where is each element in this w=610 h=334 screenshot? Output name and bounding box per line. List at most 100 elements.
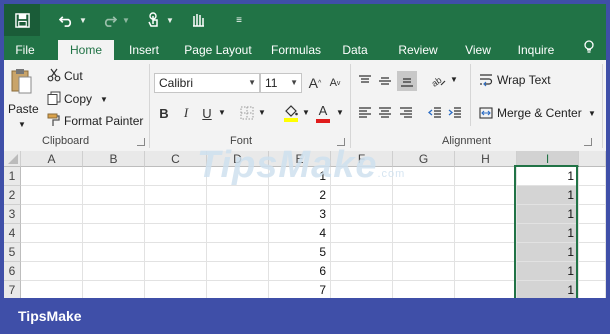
cell-d6[interactable] bbox=[207, 262, 269, 281]
tab-inquire[interactable]: Inquire bbox=[512, 40, 560, 60]
cell-i1[interactable]: 1 bbox=[517, 167, 579, 186]
cell-i2[interactable]: 1 bbox=[517, 186, 579, 205]
cell-b4[interactable] bbox=[83, 224, 145, 243]
cell-b5[interactable] bbox=[83, 243, 145, 262]
cell-f4[interactable] bbox=[331, 224, 393, 243]
cell-h2[interactable] bbox=[455, 186, 517, 205]
cell-g4[interactable] bbox=[393, 224, 455, 243]
cell-b2[interactable] bbox=[83, 186, 145, 205]
cell-c6[interactable] bbox=[145, 262, 207, 281]
row-header-6[interactable]: 6 bbox=[4, 262, 21, 281]
grow-font-button[interactable]: A ^ bbox=[306, 73, 324, 93]
cell-g5[interactable] bbox=[393, 243, 455, 262]
fill-color-dropdown[interactable]: ▼ bbox=[302, 108, 310, 117]
cell-b7[interactable] bbox=[83, 281, 145, 298]
cell-e6[interactable]: 6 bbox=[269, 262, 331, 281]
font-launcher[interactable] bbox=[337, 138, 345, 146]
cell-c1[interactable] bbox=[145, 167, 207, 186]
cell-c5[interactable] bbox=[145, 243, 207, 262]
column-header-e[interactable]: E bbox=[269, 151, 331, 167]
undo-dropdown[interactable]: ▼ bbox=[78, 4, 88, 36]
customize-qat-button[interactable]: ≡ bbox=[232, 4, 246, 36]
column-header-h[interactable]: H bbox=[455, 151, 517, 167]
align-center-button[interactable] bbox=[376, 104, 394, 122]
italic-button[interactable]: I bbox=[178, 104, 194, 122]
align-right-button[interactable] bbox=[397, 104, 415, 122]
column-header-b[interactable]: B bbox=[83, 151, 145, 167]
cell-g6[interactable] bbox=[393, 262, 455, 281]
cell-i4[interactable]: 1 bbox=[517, 224, 579, 243]
font-size-select[interactable]: 11 ▼ bbox=[260, 73, 302, 93]
cell-d2[interactable] bbox=[207, 186, 269, 205]
cell-a3[interactable] bbox=[21, 205, 83, 224]
format-painter-button[interactable]: Format Painter bbox=[64, 114, 143, 128]
font-color-dropdown[interactable]: ▼ bbox=[336, 108, 344, 117]
orientation-button[interactable]: ab bbox=[428, 71, 448, 89]
column-header-d[interactable]: D bbox=[207, 151, 269, 167]
cell-b3[interactable] bbox=[83, 205, 145, 224]
cell-b6[interactable] bbox=[83, 262, 145, 281]
cut-button[interactable]: Cut bbox=[64, 69, 83, 83]
increase-indent-button[interactable] bbox=[446, 104, 464, 122]
bold-button[interactable]: B bbox=[156, 104, 172, 122]
paste-dropdown[interactable]: ▼ bbox=[18, 120, 26, 129]
cell-e4[interactable]: 4 bbox=[269, 224, 331, 243]
merge-center-button[interactable]: Merge & Center bbox=[497, 106, 582, 120]
cell-i3[interactable]: 1 bbox=[517, 205, 579, 224]
row-header-4[interactable]: 4 bbox=[4, 224, 21, 243]
cell-f5[interactable] bbox=[331, 243, 393, 262]
cell-f7[interactable] bbox=[331, 281, 393, 298]
cell-d7[interactable] bbox=[207, 281, 269, 298]
paste-label[interactable]: Paste bbox=[8, 102, 39, 116]
borders-button[interactable] bbox=[239, 104, 255, 122]
copy-button[interactable]: Copy bbox=[64, 92, 92, 106]
cell-e1[interactable]: 1 bbox=[269, 167, 331, 186]
cell-i7[interactable]: 1 bbox=[517, 281, 579, 298]
cell-e7[interactable]: 7 bbox=[269, 281, 331, 298]
cell-h1[interactable] bbox=[455, 167, 517, 186]
row-header-5[interactable]: 5 bbox=[4, 243, 21, 262]
column-header-i[interactable]: I bbox=[517, 151, 579, 167]
shrink-font-button[interactable]: Av bbox=[326, 73, 344, 93]
orientation-dropdown[interactable]: ▼ bbox=[450, 75, 458, 84]
alignment-launcher[interactable] bbox=[584, 138, 592, 146]
cell-d4[interactable] bbox=[207, 224, 269, 243]
cell-g7[interactable] bbox=[393, 281, 455, 298]
cell-h3[interactable] bbox=[455, 205, 517, 224]
cell-i6[interactable]: 1 bbox=[517, 262, 579, 281]
tab-page-layout[interactable]: Page Layout bbox=[180, 40, 256, 60]
tab-view[interactable]: View bbox=[460, 40, 496, 60]
cell-g3[interactable] bbox=[393, 205, 455, 224]
clipboard-launcher[interactable] bbox=[137, 138, 145, 146]
cell-f3[interactable] bbox=[331, 205, 393, 224]
cell-e2[interactable]: 2 bbox=[269, 186, 331, 205]
tab-file[interactable]: File bbox=[10, 40, 40, 60]
tab-data[interactable]: Data bbox=[338, 40, 372, 60]
tell-me-button[interactable] bbox=[578, 40, 600, 60]
cell-d1[interactable] bbox=[207, 167, 269, 186]
tab-insert[interactable]: Insert bbox=[124, 40, 164, 60]
tab-home[interactable]: Home bbox=[58, 40, 114, 60]
borders-dropdown[interactable]: ▼ bbox=[258, 108, 266, 117]
column-header-f[interactable]: F bbox=[331, 151, 393, 167]
cell-d5[interactable] bbox=[207, 243, 269, 262]
column-header-c[interactable]: C bbox=[145, 151, 207, 167]
cell-e5[interactable]: 5 bbox=[269, 243, 331, 262]
row-header-3[interactable]: 3 bbox=[4, 205, 21, 224]
touch-mode-dropdown[interactable]: ▼ bbox=[165, 4, 175, 36]
cell-a6[interactable] bbox=[21, 262, 83, 281]
tab-review[interactable]: Review bbox=[396, 40, 440, 60]
fill-color-button[interactable] bbox=[282, 102, 300, 124]
cell-f2[interactable] bbox=[331, 186, 393, 205]
cell-e3[interactable]: 3 bbox=[269, 205, 331, 224]
cell-c4[interactable] bbox=[145, 224, 207, 243]
paste-button[interactable] bbox=[8, 66, 34, 96]
cell-g1[interactable] bbox=[393, 167, 455, 186]
decrease-indent-button[interactable] bbox=[426, 104, 444, 122]
cell-f6[interactable] bbox=[331, 262, 393, 281]
cell-a1[interactable] bbox=[21, 167, 83, 186]
cell-f1[interactable] bbox=[331, 167, 393, 186]
cell-b1[interactable] bbox=[83, 167, 145, 186]
row-header-1[interactable]: 1 bbox=[4, 167, 21, 186]
cell-h7[interactable] bbox=[455, 281, 517, 298]
